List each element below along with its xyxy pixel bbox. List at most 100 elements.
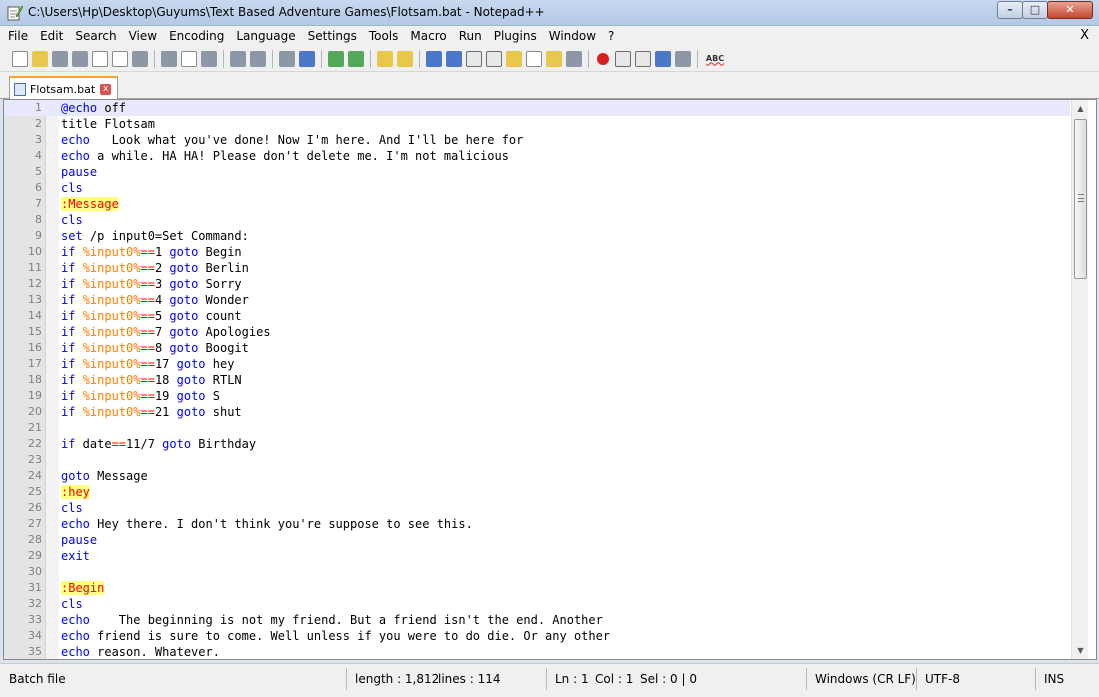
code-line[interactable]: 32 cls: [4, 596, 1070, 612]
save-all-icon[interactable]: [72, 50, 88, 67]
code-line[interactable]: 26 cls: [4, 500, 1070, 516]
code-line[interactable]: 14 if %input0%==5 goto count: [4, 308, 1070, 324]
code-line[interactable]: 34 echo friend is sure to come. Well unle…: [4, 628, 1070, 644]
code-line[interactable]: 18 if %input0%==18 goto RTLN: [4, 372, 1070, 388]
code-line[interactable]: 27 echo Hey there. I don't think you're s…: [4, 516, 1070, 532]
play-macro-icon[interactable]: [635, 50, 651, 67]
code-line[interactable]: 10 if %input0%==1 goto Begin: [4, 244, 1070, 260]
cut-icon[interactable]: [161, 50, 177, 67]
undo-icon[interactable]: [230, 50, 246, 67]
code-line[interactable]: 15 if %input0%==7 goto Apologies: [4, 324, 1070, 340]
close-all-icon[interactable]: [112, 50, 128, 67]
editor[interactable]: 1 @echo off 2 title Flotsam 3 echo Look what …: [3, 99, 1097, 660]
stop-record-icon[interactable]: [615, 50, 631, 67]
save-macro-icon[interactable]: [675, 50, 691, 67]
sync-vertical-icon[interactable]: [377, 50, 393, 67]
folder-as-workspace-icon[interactable]: [546, 50, 562, 67]
tab-close-icon[interactable]: x: [100, 83, 112, 95]
menu-view[interactable]: View: [123, 29, 163, 43]
menu-settings[interactable]: Settings: [302, 29, 363, 43]
minimize-button[interactable]: –: [997, 1, 1023, 19]
zoom-out-icon[interactable]: [348, 50, 364, 67]
menu-window[interactable]: Window: [543, 29, 602, 43]
code-line[interactable]: 9 set /p input0=Set Command:: [4, 228, 1070, 244]
user-defined-language-icon[interactable]: [486, 50, 502, 67]
status-mode[interactable]: INS: [1044, 672, 1064, 686]
word-wrap-icon[interactable]: [426, 50, 442, 67]
code-line[interactable]: 17 if %input0%==17 goto hey: [4, 356, 1070, 372]
code-line[interactable]: 6 cls: [4, 180, 1070, 196]
code-line[interactable]: 31:Begin: [4, 580, 1070, 596]
code-line[interactable]: 21: [4, 420, 1070, 436]
find-icon[interactable]: [279, 50, 295, 67]
close-window-button[interactable]: ✕: [1047, 1, 1093, 19]
paste-icon[interactable]: [201, 50, 217, 67]
code-line[interactable]: 8 cls: [4, 212, 1070, 228]
run-macro-multiple-icon[interactable]: [655, 50, 671, 67]
save-icon[interactable]: [52, 50, 68, 67]
code-line[interactable]: 24 goto Message: [4, 468, 1070, 484]
code-line[interactable]: 7:Message: [4, 196, 1070, 212]
function-list-icon[interactable]: [526, 50, 542, 67]
code-line[interactable]: 30: [4, 564, 1070, 580]
code-text: pause: [61, 164, 97, 180]
tab-flotsam-bat[interactable]: Flotsam.bat x: [9, 76, 119, 100]
code-line[interactable]: 33 echo The beginning is not my friend. B…: [4, 612, 1070, 628]
code-line[interactable]: 29 exit: [4, 548, 1070, 564]
code-line[interactable]: 5 pause: [4, 164, 1070, 180]
maximize-button[interactable]: □: [1022, 1, 1048, 19]
open-file-icon[interactable]: [32, 50, 48, 67]
code-line[interactable]: 28 pause: [4, 532, 1070, 548]
code-text: echo reason. Whatever.: [61, 644, 220, 659]
menu-search[interactable]: Search: [69, 29, 122, 43]
menu-plugins[interactable]: Plugins: [488, 29, 543, 43]
code-line[interactable]: 12 if %input0%==3 goto Sorry: [4, 276, 1070, 292]
menu-language[interactable]: Language: [230, 29, 301, 43]
menu-help[interactable]: ?: [602, 29, 620, 43]
menu-file[interactable]: File: [0, 29, 34, 43]
scroll-up-icon[interactable]: ▲: [1072, 100, 1089, 117]
print-icon[interactable]: [132, 50, 148, 67]
menu-run[interactable]: Run: [453, 29, 488, 43]
code-line[interactable]: 11 if %input0%==2 goto Berlin: [4, 260, 1070, 276]
zoom-in-icon[interactable]: [328, 50, 344, 67]
code-line[interactable]: 23: [4, 452, 1070, 468]
menu-macro[interactable]: Macro: [404, 29, 452, 43]
copy-icon[interactable]: [181, 50, 197, 67]
code-line[interactable]: 2 title Flotsam: [4, 116, 1070, 132]
code-line[interactable]: 20 if %input0%==21 goto shut: [4, 404, 1070, 420]
scroll-thumb[interactable]: [1074, 119, 1087, 279]
close-icon[interactable]: [92, 50, 108, 67]
code-line[interactable]: 3 echo Look what you've done! Now I'm her…: [4, 132, 1070, 148]
replace-icon[interactable]: [299, 50, 315, 67]
doc-map-icon[interactable]: [506, 50, 522, 67]
code-line[interactable]: 13 if %input0%==4 goto Wonder: [4, 292, 1070, 308]
new-file-icon[interactable]: [12, 50, 28, 67]
keyword: goto: [176, 373, 206, 387]
code-line[interactable]: 35 echo reason. Whatever.: [4, 644, 1070, 659]
indent-guide-icon[interactable]: [466, 50, 482, 67]
close-document-button[interactable]: X: [1080, 28, 1089, 43]
sync-horizontal-icon[interactable]: [397, 50, 413, 67]
code-line[interactable]: 19 if %input0%==19 goto S: [4, 388, 1070, 404]
code-line[interactable]: 1 @echo off: [4, 100, 1070, 116]
menu-encoding[interactable]: Encoding: [163, 29, 230, 43]
vertical-scrollbar[interactable]: ▲ ▼: [1071, 100, 1088, 659]
status-eol[interactable]: Windows (CR LF): [815, 672, 916, 686]
code-line[interactable]: 4 echo a while. HA HA! Please don't delet…: [4, 148, 1070, 164]
code-lines[interactable]: 1 @echo off 2 title Flotsam 3 echo Look what …: [4, 100, 1070, 659]
record-macro-icon[interactable]: [597, 52, 609, 65]
code-line[interactable]: 16 if %input0%==8 goto Boogit: [4, 340, 1070, 356]
title-bar[interactable]: C:\Users\Hp\Desktop\Guyums\Text Based Ad…: [0, 0, 1099, 26]
spell-check-icon[interactable]: ABC: [704, 51, 726, 67]
code-text: if %input0%==4 goto Wonder: [61, 292, 249, 308]
status-encoding[interactable]: UTF-8: [925, 672, 960, 686]
code-line[interactable]: 25:hey: [4, 484, 1070, 500]
show-all-chars-icon[interactable]: [446, 50, 462, 67]
redo-icon[interactable]: [250, 50, 266, 67]
monitor-icon[interactable]: [566, 50, 582, 67]
menu-tools[interactable]: Tools: [363, 29, 405, 43]
scroll-down-icon[interactable]: ▼: [1072, 642, 1089, 659]
code-line[interactable]: 22 if date==11/7 goto Birthday: [4, 436, 1070, 452]
menu-edit[interactable]: Edit: [34, 29, 69, 43]
